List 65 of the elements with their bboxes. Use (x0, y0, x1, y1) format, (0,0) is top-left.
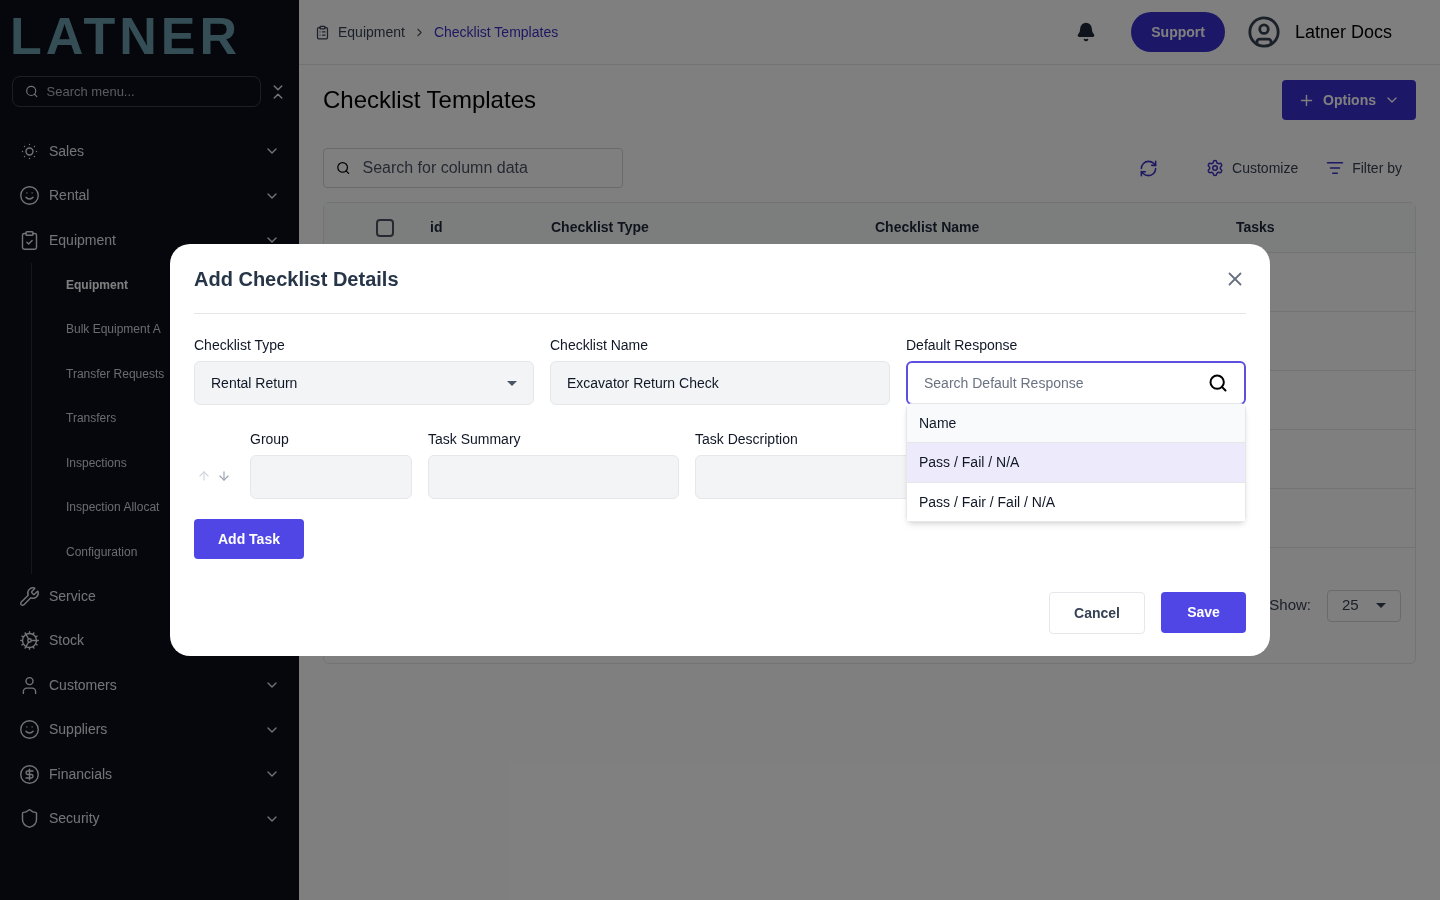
caret-icon (507, 380, 517, 386)
customize-button[interactable]: Customize (1206, 157, 1299, 179)
dollar-icon (19, 763, 40, 785)
breadcrumb-link[interactable]: Checklist Templates (433, 21, 559, 43)
table-search-field[interactable]: Search for column data (323, 148, 623, 188)
caret-icon (1376, 603, 1386, 608)
task-field[interactable] (250, 455, 412, 499)
dialog-title: Add Checklist Details (194, 266, 399, 292)
search-icon (25, 84, 39, 99)
support-button[interactable]: Support (1131, 12, 1225, 52)
face-icon (19, 185, 40, 207)
dropdown-header: Name (907, 404, 1245, 443)
column-header[interactable]: Checklist Type (551, 217, 875, 238)
select-all-checkbox[interactable] (376, 218, 394, 237)
nav-item[interactable]: Customers (0, 663, 299, 708)
field-label: Task Description (695, 430, 799, 449)
face-icon (19, 719, 40, 741)
user-name: Latner Docs (1294, 20, 1392, 44)
column-header[interactable]: Tasks (1236, 217, 1275, 238)
search-icon (336, 160, 351, 176)
search-input[interactable]: Search for column data (362, 156, 610, 180)
dropdown-option[interactable]: Pass / Fail / N/A (907, 443, 1245, 482)
search-input[interactable]: Search Default Response (924, 372, 1200, 394)
clipboard-icon (315, 24, 330, 40)
nav-item[interactable]: Rental (0, 173, 299, 218)
breadcrumb-link[interactable]: Equipment (338, 21, 405, 43)
column-header[interactable]: Checklist Name (875, 217, 1236, 238)
nav-item[interactable]: Service (0, 574, 299, 619)
save-button[interactable]: Save (1161, 592, 1246, 633)
search-input[interactable]: Search menu... (46, 81, 248, 102)
refresh-icon[interactable] (1139, 158, 1159, 178)
field-label: Task Summary (428, 430, 522, 449)
shield-icon (19, 808, 40, 830)
cog-icon (19, 630, 40, 652)
field-label: Checklist Name (550, 336, 650, 355)
nav-item[interactable]: Sales (0, 129, 299, 174)
cancel-button[interactable]: Cancel (1049, 592, 1145, 634)
nav-item[interactable]: Equipment (0, 218, 299, 263)
nav-item[interactable]: Financials (0, 752, 299, 797)
logo: LATNER (10, 10, 241, 62)
gear-icon (1206, 159, 1225, 177)
field-label: Default Response (906, 336, 1019, 355)
field-label: Group (250, 430, 290, 449)
bell-icon[interactable] (1076, 22, 1097, 42)
clipboard-check-icon (19, 229, 40, 251)
show-label: Show: (1269, 595, 1311, 616)
search-icon (1208, 373, 1228, 393)
nav-item[interactable]: Stock (0, 618, 299, 663)
search-field[interactable]: Search menu... (12, 76, 261, 107)
filter-icon (1326, 159, 1345, 177)
filter-button[interactable]: Filter by (1326, 157, 1402, 179)
add-task-button[interactable]: Add Task (194, 519, 304, 559)
page-size-select[interactable]: 25 (1327, 589, 1401, 622)
type-select[interactable]: Rental Return (194, 361, 534, 405)
nav-item[interactable]: Security (0, 796, 299, 841)
task-field[interactable] (428, 455, 679, 499)
dropdown-option[interactable]: Pass / Fair / Fail / N/A (907, 482, 1245, 521)
wrench-icon (19, 585, 40, 607)
page-title: Checklist Templates (323, 85, 536, 115)
avatar-icon[interactable] (1246, 15, 1281, 49)
name-field[interactable]: Excavator Return Check (550, 361, 890, 405)
field-label: Checklist Type (194, 336, 286, 355)
column-header[interactable]: id (430, 217, 551, 238)
options-button[interactable]: Options (1282, 80, 1416, 120)
nav-item[interactable]: Suppliers (0, 707, 299, 752)
